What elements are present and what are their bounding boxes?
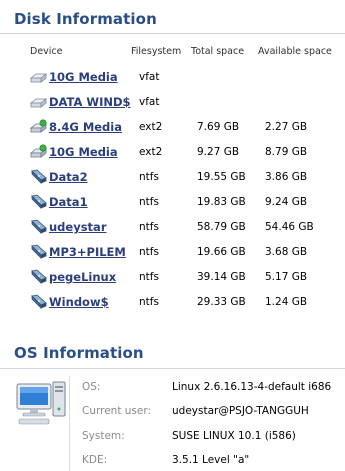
system-label: System: (82, 430, 125, 442)
disk-filesystem: ext2 (139, 146, 163, 158)
current-user-value: udeystar@PSJO-TANGGUH (172, 405, 309, 417)
disk-link-udeystar[interactable]: udeystar (49, 220, 107, 234)
disk-filesystem: ext2 (139, 121, 163, 133)
disk-total-space: 58.79 GB (197, 221, 246, 233)
disk-available-space: 1.24 GB (265, 296, 308, 308)
system-value: SUSE LINUX 10.1 (i586) (172, 430, 296, 442)
harddisk-icon (30, 219, 47, 234)
disk-total-space: 39.14 GB (197, 271, 246, 283)
current-user-label: Current user: (82, 405, 152, 417)
disk-title-divider (0, 33, 345, 34)
disk-row: Data2 ntfs 19.55 GB 3.86 GB (0, 166, 345, 191)
disk-row: 10G Media vfat (0, 66, 345, 91)
disk-filesystem: ntfs (139, 196, 159, 208)
col-header-filesystem: Filesystem (131, 46, 182, 57)
disk-row: 10G Media ext2 9.27 GB 8.79 GB (0, 141, 345, 166)
mounted-drive-icon (29, 144, 48, 159)
kde-label: KDE: (82, 454, 108, 466)
disk-link-10g-media[interactable]: 10G Media (49, 70, 118, 84)
harddisk-icon (30, 244, 47, 259)
kde-value: 3.5.1 Level "a" (172, 454, 250, 466)
col-header-total-space: Total space (191, 46, 245, 57)
disk-link-data2[interactable]: Data2 (49, 170, 88, 184)
os-information-title: OS Information (14, 344, 144, 362)
disk-total-space: 9.27 GB (197, 146, 240, 158)
disk-available-space: 9.24 GB (265, 196, 308, 208)
disk-total-space: 19.66 GB (197, 246, 246, 258)
disk-available-space: 3.86 GB (265, 171, 308, 183)
disk-total-space: 19.55 GB (197, 171, 246, 183)
harddisk-icon (30, 269, 47, 284)
disk-link-data-wind[interactable]: DATA WIND$ (49, 95, 131, 109)
disk-available-space: 5.17 GB (265, 271, 308, 283)
disk-available-space: 54.46 GB (265, 221, 314, 233)
disk-available-space: 2.27 GB (265, 121, 308, 133)
disk-total-space: 29.33 GB (197, 296, 246, 308)
harddisk-icon (30, 169, 47, 184)
disk-row: MP3+PILEM ntfs 19.66 GB 3.68 GB (0, 241, 345, 266)
disk-link-pegelinux[interactable]: pegeLinux (49, 270, 116, 284)
col-header-available-space: Available space (258, 46, 332, 57)
harddisk-icon (30, 194, 47, 209)
disk-filesystem: ntfs (139, 246, 159, 258)
os-value: Linux 2.6.16.13-4-default i686 (172, 381, 332, 393)
disk-row: 8.4G Media ext2 7.69 GB 2.27 GB (0, 116, 345, 141)
disk-available-space: 8.79 GB (265, 146, 308, 158)
removable-drive-icon (29, 94, 48, 109)
os-title-divider (0, 368, 345, 369)
disk-available-space: 3.68 GB (265, 246, 308, 258)
disk-total-space: 19.83 GB (197, 196, 246, 208)
mounted-drive-icon (29, 119, 48, 134)
os-info-divider (69, 376, 70, 471)
removable-drive-icon (29, 69, 48, 84)
disk-filesystem: vfat (139, 96, 160, 108)
disk-total-space: 7.69 GB (197, 121, 240, 133)
disk-filesystem: ntfs (139, 271, 159, 283)
computer-icon (15, 378, 67, 426)
os-label: OS: (82, 381, 101, 393)
disk-filesystem: vfat (139, 71, 160, 83)
disk-link-10g-media-ext2[interactable]: 10G Media (49, 145, 118, 159)
disk-link-data1[interactable]: Data1 (49, 195, 88, 209)
disk-row: Data1 ntfs 19.83 GB 9.24 GB (0, 191, 345, 216)
disk-link-8-4g-media[interactable]: 8.4G Media (49, 120, 122, 134)
disk-filesystem: ntfs (139, 221, 159, 233)
disk-link-windows[interactable]: Window$ (49, 295, 109, 309)
disk-link-mp3-pilem[interactable]: MP3+PILEM (49, 245, 126, 259)
harddisk-icon (30, 294, 47, 309)
disk-row: udeystar ntfs 58.79 GB 54.46 GB (0, 216, 345, 241)
disk-filesystem: ntfs (139, 171, 159, 183)
disk-row: pegeLinux ntfs 39.14 GB 5.17 GB (0, 266, 345, 291)
disk-information-title: Disk Information (14, 10, 157, 28)
disk-row: DATA WIND$ vfat (0, 91, 345, 116)
col-header-device: Device (30, 46, 63, 57)
disk-filesystem: ntfs (139, 296, 159, 308)
disk-row: Window$ ntfs 29.33 GB 1.24 GB (0, 291, 345, 316)
